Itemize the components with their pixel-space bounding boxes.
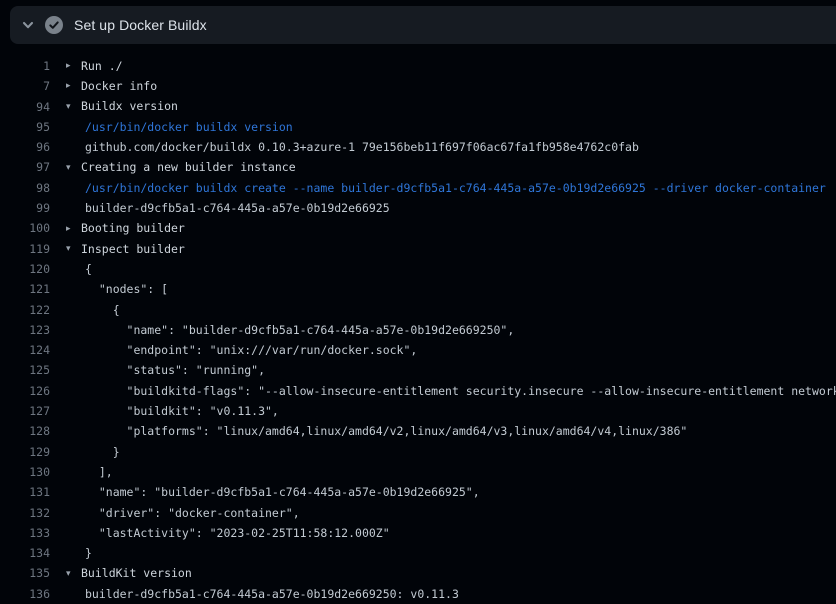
log-line: 132 "driver": "docker-container", <box>0 503 836 523</box>
log-group-title[interactable]: ▸Run ./ <box>66 56 836 76</box>
log-container: 1▸Run ./7▸Docker info94▾Buildx version95… <box>0 44 836 604</box>
line-number[interactable]: 130 <box>0 462 50 482</box>
log-text: "endpoint": "unix:///var/run/docker.sock… <box>66 340 836 360</box>
line-number[interactable]: 119 <box>0 239 50 259</box>
log-line: 136 builder-d9cfb5a1-c764-445a-a57e-0b19d… <box>0 584 836 604</box>
log-text: ], <box>66 462 836 482</box>
log-line: 134} <box>0 543 836 563</box>
group-toggle-expanded-icon[interactable]: ▾ <box>66 158 81 178</box>
log-group-title[interactable]: ▾Buildx version <box>66 97 836 117</box>
log-line: 127 "buildkit": "v0.11.3", <box>0 401 836 421</box>
log-line: 120 { <box>0 259 836 279</box>
log-text: github.com/docker/buildx 0.10.3+azure-1 … <box>66 137 836 157</box>
log-text: "name": "builder-d9cfb5a1-c764-445a-a57e… <box>66 320 836 340</box>
line-number[interactable]: 126 <box>0 381 50 401</box>
log-line: 123 "name": "builder-d9cfb5a1-c764-445a-… <box>0 320 836 340</box>
line-number[interactable]: 100 <box>0 218 50 238</box>
group-toggle-collapsed-icon[interactable]: ▸ <box>66 219 81 239</box>
step-title: Set up Docker Buildx <box>74 17 207 33</box>
log-group-title[interactable]: ▾BuildKit version <box>66 563 836 583</box>
log-text: "buildkit": "v0.11.3", <box>66 401 836 421</box>
group-toggle-expanded-icon[interactable]: ▾ <box>66 564 81 584</box>
log-line: 126 "buildkitd-flags": "--allow-insecure… <box>0 381 836 401</box>
log-line: 128 "platforms": "linux/amd64,linux/amd6… <box>0 421 836 441</box>
line-number[interactable]: 128 <box>0 421 50 441</box>
line-number[interactable]: 95 <box>0 117 50 137</box>
line-number[interactable]: 136 <box>0 584 50 604</box>
group-toggle-expanded-icon[interactable]: ▾ <box>66 239 81 259</box>
log-line: 98/usr/bin/docker buildx create --name b… <box>0 178 836 198</box>
log-text: "name": "builder-d9cfb5a1-c764-445a-a57e… <box>66 482 836 502</box>
log-group-row[interactable]: 97 ▾Creating a new builder instance <box>0 157 836 177</box>
log-group-title[interactable]: ▸Booting builder <box>66 218 836 238</box>
line-number[interactable]: 132 <box>0 503 50 523</box>
chevron-down-icon[interactable] <box>21 18 35 32</box>
group-toggle-expanded-icon[interactable]: ▾ <box>66 97 81 117</box>
line-number[interactable]: 125 <box>0 360 50 380</box>
log-line: 124 "endpoint": "unix:///var/run/docker.… <box>0 340 836 360</box>
log-text: { <box>66 300 836 320</box>
line-number[interactable]: 98 <box>0 178 50 198</box>
line-number[interactable]: 96 <box>0 137 50 157</box>
line-number[interactable]: 122 <box>0 300 50 320</box>
line-number[interactable]: 123 <box>0 320 50 340</box>
line-number[interactable]: 124 <box>0 340 50 360</box>
line-number[interactable]: 131 <box>0 482 50 502</box>
line-number[interactable]: 127 <box>0 401 50 421</box>
log-line: 99 builder-d9cfb5a1-c764-445a-a57e-0b19d2… <box>0 198 836 218</box>
log-text: "status": "running", <box>66 360 836 380</box>
line-number[interactable]: 7 <box>0 76 50 96</box>
line-number[interactable]: 97 <box>0 157 50 177</box>
log-line: 96 github.com/docker/buildx 0.10.3+azure-… <box>0 137 836 157</box>
log-text: "lastActivity": "2023-02-25T11:58:12.000… <box>66 523 836 543</box>
log-group-row[interactable]: 100 ▸Booting builder <box>0 218 836 238</box>
log-group-title[interactable]: ▾Creating a new builder instance <box>66 157 836 177</box>
log-line: 122 { <box>0 300 836 320</box>
log-group-title[interactable]: ▸Docker info <box>66 76 836 96</box>
log-line: 95/usr/bin/docker buildx version <box>0 117 836 137</box>
log-text: } <box>66 543 836 563</box>
log-text: builder-d9cfb5a1-c764-445a-a57e-0b19d2e6… <box>66 584 836 604</box>
log-line: 121 "nodes": [ <box>0 279 836 299</box>
line-number[interactable]: 135 <box>0 563 50 583</box>
group-toggle-collapsed-icon[interactable]: ▸ <box>66 56 81 76</box>
group-toggle-collapsed-icon[interactable]: ▸ <box>66 76 81 96</box>
log-group-row[interactable]: 119 ▾Inspect builder <box>0 239 836 259</box>
log-text: "platforms": "linux/amd64,linux/amd64/v2… <box>66 421 836 441</box>
log-group-row[interactable]: 7 ▸Docker info <box>0 76 836 96</box>
log-text: "driver": "docker-container", <box>66 503 836 523</box>
log-text: { <box>66 259 836 279</box>
log-text: /usr/bin/docker buildx create --name bui… <box>66 178 836 198</box>
line-number[interactable]: 120 <box>0 259 50 279</box>
line-number[interactable]: 1 <box>0 56 50 76</box>
log-line: 130 ], <box>0 462 836 482</box>
line-number[interactable]: 94 <box>0 97 50 117</box>
log-line: 129 } <box>0 442 836 462</box>
log-group-row[interactable]: 135 ▾BuildKit version <box>0 563 836 583</box>
line-number[interactable]: 133 <box>0 523 50 543</box>
log-text: builder-d9cfb5a1-c764-445a-a57e-0b19d2e6… <box>66 198 836 218</box>
line-number[interactable]: 99 <box>0 198 50 218</box>
line-number[interactable]: 121 <box>0 279 50 299</box>
log-group-row[interactable]: 1 ▸Run ./ <box>0 56 836 76</box>
actions-log-viewer: Set up Docker Buildx 1 ▸Run ./ 7 ▸Docker in… <box>0 0 836 604</box>
step-header[interactable]: Set up Docker Buildx <box>10 6 836 44</box>
line-number[interactable]: 129 <box>0 442 50 462</box>
log-line: 133 "lastActivity": "2023-02-25T11:58:12… <box>0 523 836 543</box>
log-text: "nodes": [ <box>66 279 836 299</box>
log-text: "buildkitd-flags": "--allow-insecure-ent… <box>66 381 836 401</box>
log-line: 131 "name": "builder-d9cfb5a1-c764-445a-… <box>0 482 836 502</box>
log-text: } <box>66 442 836 462</box>
log-group-title[interactable]: ▾Inspect builder <box>66 239 836 259</box>
log-group-row[interactable]: 94 ▾Buildx version <box>0 97 836 117</box>
log-line: 125 "status": "running", <box>0 360 836 380</box>
check-circle-icon <box>45 16 63 34</box>
line-number[interactable]: 134 <box>0 543 50 563</box>
log-text: /usr/bin/docker buildx version <box>66 117 836 137</box>
